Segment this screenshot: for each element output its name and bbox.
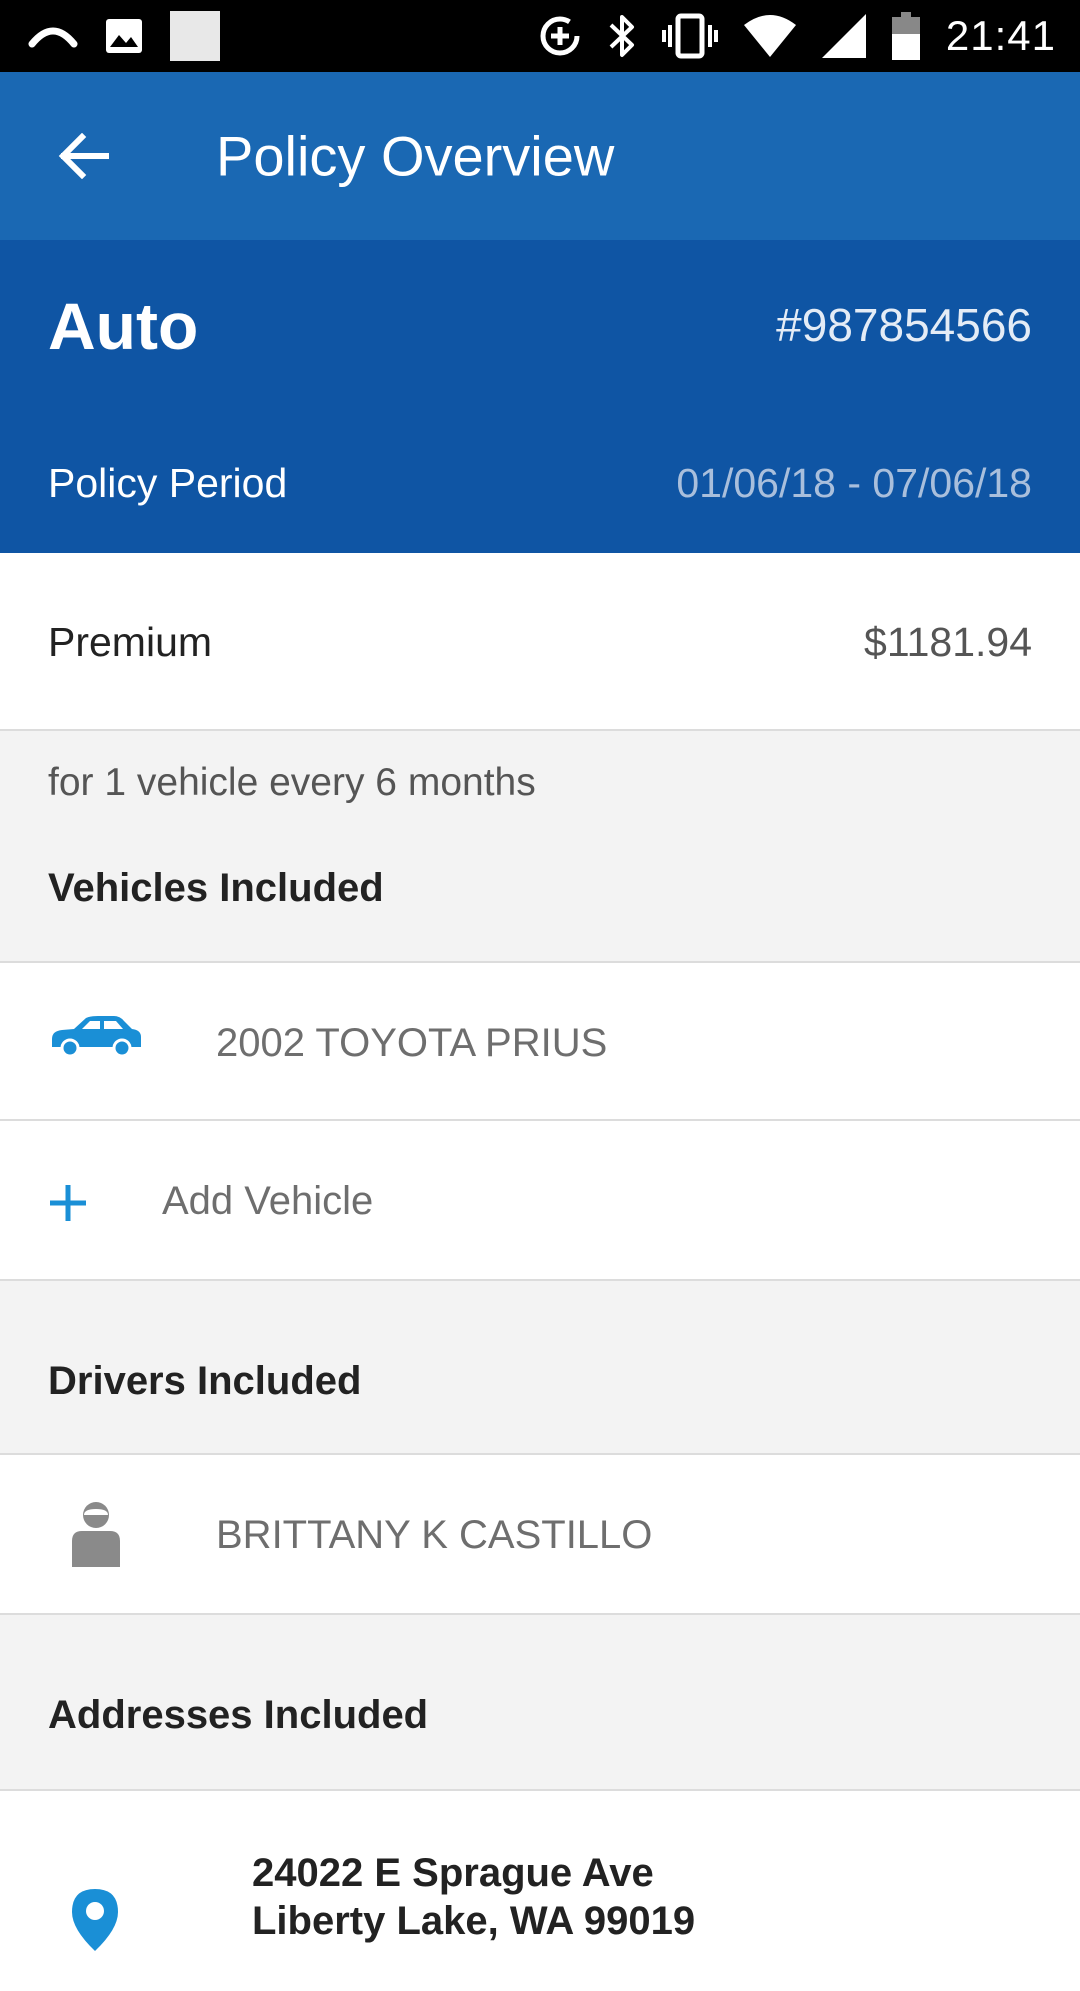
battery-icon (891, 12, 920, 60)
image-icon (104, 17, 144, 55)
policy-number: #987854566 (776, 299, 1032, 351)
arrow-left-icon (58, 133, 109, 179)
add-vehicle-button[interactable]: Add Vehicle (0, 1121, 1080, 1281)
vibrate-icon (661, 13, 718, 59)
driver-name: BRITTANY K CASTILLO (216, 1513, 653, 1557)
car-icon (48, 1015, 144, 1059)
driver-item[interactable]: BRITTANY K CASTILLO (0, 1455, 1080, 1615)
vehicles-section-header: for 1 vehicle every 6 months Vehicles In… (0, 731, 1080, 963)
premium-label: Premium (48, 619, 213, 665)
square-icon (170, 11, 220, 61)
address-line1: 24022 E Sprague Ave (252, 1851, 654, 1895)
app-bar: Policy Overview (0, 72, 1080, 240)
address-item[interactable]: 24022 E Sprague Ave Liberty Lake, WA 990… (0, 1791, 1080, 1991)
add-vehicle-label: Add Vehicle (162, 1179, 374, 1223)
status-right: 21:41 (538, 12, 1056, 60)
addresses-section-header: Addresses Included (0, 1615, 1080, 1791)
signal-icon (821, 14, 866, 58)
page-title: Policy Overview (216, 124, 615, 188)
addresses-heading: Addresses Included (48, 1693, 429, 1737)
drivers-heading: Drivers Included (48, 1359, 362, 1403)
policy-header: Auto #987854566 Policy Period 01/06/18 -… (0, 240, 1080, 553)
plus-icon (48, 1183, 88, 1223)
premium-note: for 1 vehicle every 6 months (48, 761, 536, 804)
person-icon (72, 1501, 120, 1567)
address-line2: Liberty Lake, WA 99019 (252, 1899, 696, 1943)
vehicles-heading: Vehicles Included (48, 866, 384, 910)
swipe-icon (28, 24, 78, 48)
policy-period-value: 01/06/18 - 07/06/18 (676, 460, 1032, 506)
vehicle-item[interactable]: 2002 TOYOTA PRIUS (0, 963, 1080, 1121)
data-saver-icon (538, 14, 582, 58)
back-button[interactable] (48, 120, 120, 192)
drivers-section-header: Drivers Included (0, 1281, 1080, 1455)
status-time: 21:41 (945, 12, 1056, 59)
premium-row: Premium $1181.94 (0, 553, 1080, 731)
premium-value: $1181.94 (864, 619, 1032, 665)
status-left (28, 11, 220, 61)
status-bar: 21:41 (0, 0, 1080, 72)
wifi-icon (743, 15, 796, 57)
policy-period-label: Policy Period (48, 460, 288, 506)
bluetooth-icon (608, 13, 636, 59)
vehicle-name: 2002 TOYOTA PRIUS (216, 1021, 608, 1065)
policy-type: Auto (48, 289, 199, 363)
location-pin-icon (70, 1887, 120, 1953)
